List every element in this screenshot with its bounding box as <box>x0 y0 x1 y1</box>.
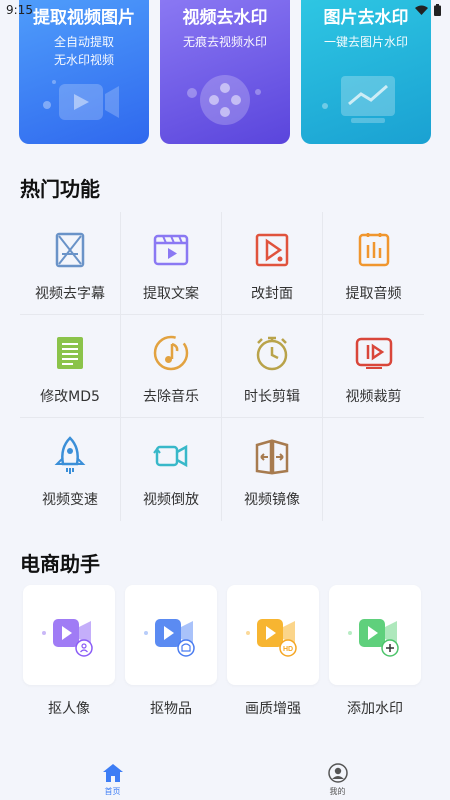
image-chart-icon <box>322 76 395 123</box>
subtitle-remove-icon <box>55 232 85 268</box>
func-video-reverse[interactable]: 视频倒放 <box>121 418 222 521</box>
func-extract-text[interactable]: 提取文案 <box>121 212 222 315</box>
func-extract-audio[interactable]: 提取音频 <box>323 212 424 315</box>
func-remove-music[interactable]: 去除音乐 <box>121 315 222 418</box>
tab-home[interactable]: 首页 <box>0 755 225 800</box>
shop-card <box>329 585 421 685</box>
shop-card <box>23 585 115 685</box>
func-label: 去除音乐 <box>143 389 199 405</box>
film-reel-icon <box>187 75 261 125</box>
banner-extract-video[interactable]: 提取视频图片 全自动提取 无水印视频 <box>19 0 149 144</box>
shop-item-enhance[interactable]: HD 画质增强 <box>227 585 319 725</box>
tab-profile[interactable]: 我的 <box>225 755 450 800</box>
document-icon <box>57 337 83 369</box>
bottom-tab-bar: 首页 我的 <box>0 755 450 800</box>
shop-card <box>125 585 217 685</box>
func-video-mirror[interactable]: 视频镜像 <box>222 418 323 521</box>
shop-item-watermark[interactable]: 添加水印 <box>329 585 421 725</box>
clapperboard-icon <box>153 234 189 266</box>
cover-edit-icon <box>255 233 289 267</box>
func-label: 视频变速 <box>42 492 98 508</box>
func-modify-md5[interactable]: 修改MD5 <box>20 315 121 418</box>
func-label: 视频镜像 <box>244 492 300 508</box>
battery-icon <box>434 4 441 16</box>
video-crop-icon <box>355 337 392 369</box>
func-empty-cell <box>323 418 424 521</box>
shop-row: 抠人像 抠物品 HD 画质增强 添加水印 <box>23 585 421 725</box>
shop-card: HD <box>227 585 319 685</box>
shop-label: 添加水印 <box>347 701 403 717</box>
func-label: 视频去字幕 <box>35 286 105 302</box>
status-bar: 9:15 <box>0 0 450 20</box>
home-icon <box>102 764 123 782</box>
tab-label: 我的 <box>329 787 346 796</box>
watermark-add-icon <box>348 619 399 657</box>
rocket-icon <box>54 436 86 474</box>
shop-item-object[interactable]: 抠物品 <box>125 585 217 725</box>
video-camera-icon <box>43 80 119 120</box>
hd-icon: HD <box>246 619 297 657</box>
func-label: 视频倒放 <box>143 492 199 508</box>
mirror-icon <box>255 439 289 475</box>
shop-item-portrait[interactable]: 抠人像 <box>23 585 115 725</box>
banner-row: 提取视频图片 全自动提取 无水印视频 视频去水印 无痕去视频水印 图片去水印 一… <box>19 0 431 144</box>
function-grid: 视频去字幕 提取文案 改封面 提取音频 修改MD5 去除音乐 时长剪辑 视频裁剪… <box>20 212 424 521</box>
section-title-shop: 电商助手 <box>20 552 100 576</box>
func-remove-subtitle[interactable]: 视频去字幕 <box>20 212 121 315</box>
status-icons <box>415 4 441 16</box>
func-label: 改封面 <box>251 286 293 302</box>
func-label: 视频裁剪 <box>345 389 402 405</box>
func-duration-cut[interactable]: 时长剪辑 <box>222 315 323 418</box>
func-video-crop[interactable]: 视频裁剪 <box>323 315 424 418</box>
reverse-camera-icon <box>153 444 188 468</box>
func-label: 提取文案 <box>143 286 199 302</box>
audio-extract-icon <box>358 233 389 267</box>
func-change-cover[interactable]: 改封面 <box>222 212 323 315</box>
profile-icon <box>327 763 348 783</box>
wifi-icon <box>415 5 428 15</box>
shop-label: 抠物品 <box>150 701 192 717</box>
tab-label: 首页 <box>104 787 121 796</box>
timer-icon <box>256 336 288 371</box>
section-title-hot: 热门功能 <box>20 177 100 201</box>
banner-image-watermark[interactable]: 图片去水印 一键去图片水印 <box>301 0 431 144</box>
portrait-icon <box>42 619 93 657</box>
shop-label: 抠人像 <box>48 701 90 717</box>
music-note-icon <box>153 335 189 371</box>
func-label: 提取音频 <box>345 286 402 302</box>
hd-badge-text: HD <box>283 646 293 653</box>
object-icon <box>144 619 195 657</box>
func-label: 修改MD5 <box>40 389 100 405</box>
shop-label: 画质增强 <box>245 701 301 717</box>
func-video-speed[interactable]: 视频变速 <box>20 418 121 521</box>
banner-video-watermark[interactable]: 视频去水印 无痕去视频水印 <box>160 0 290 144</box>
func-label: 时长剪辑 <box>244 389 300 405</box>
status-time: 9:15 <box>6 3 33 17</box>
